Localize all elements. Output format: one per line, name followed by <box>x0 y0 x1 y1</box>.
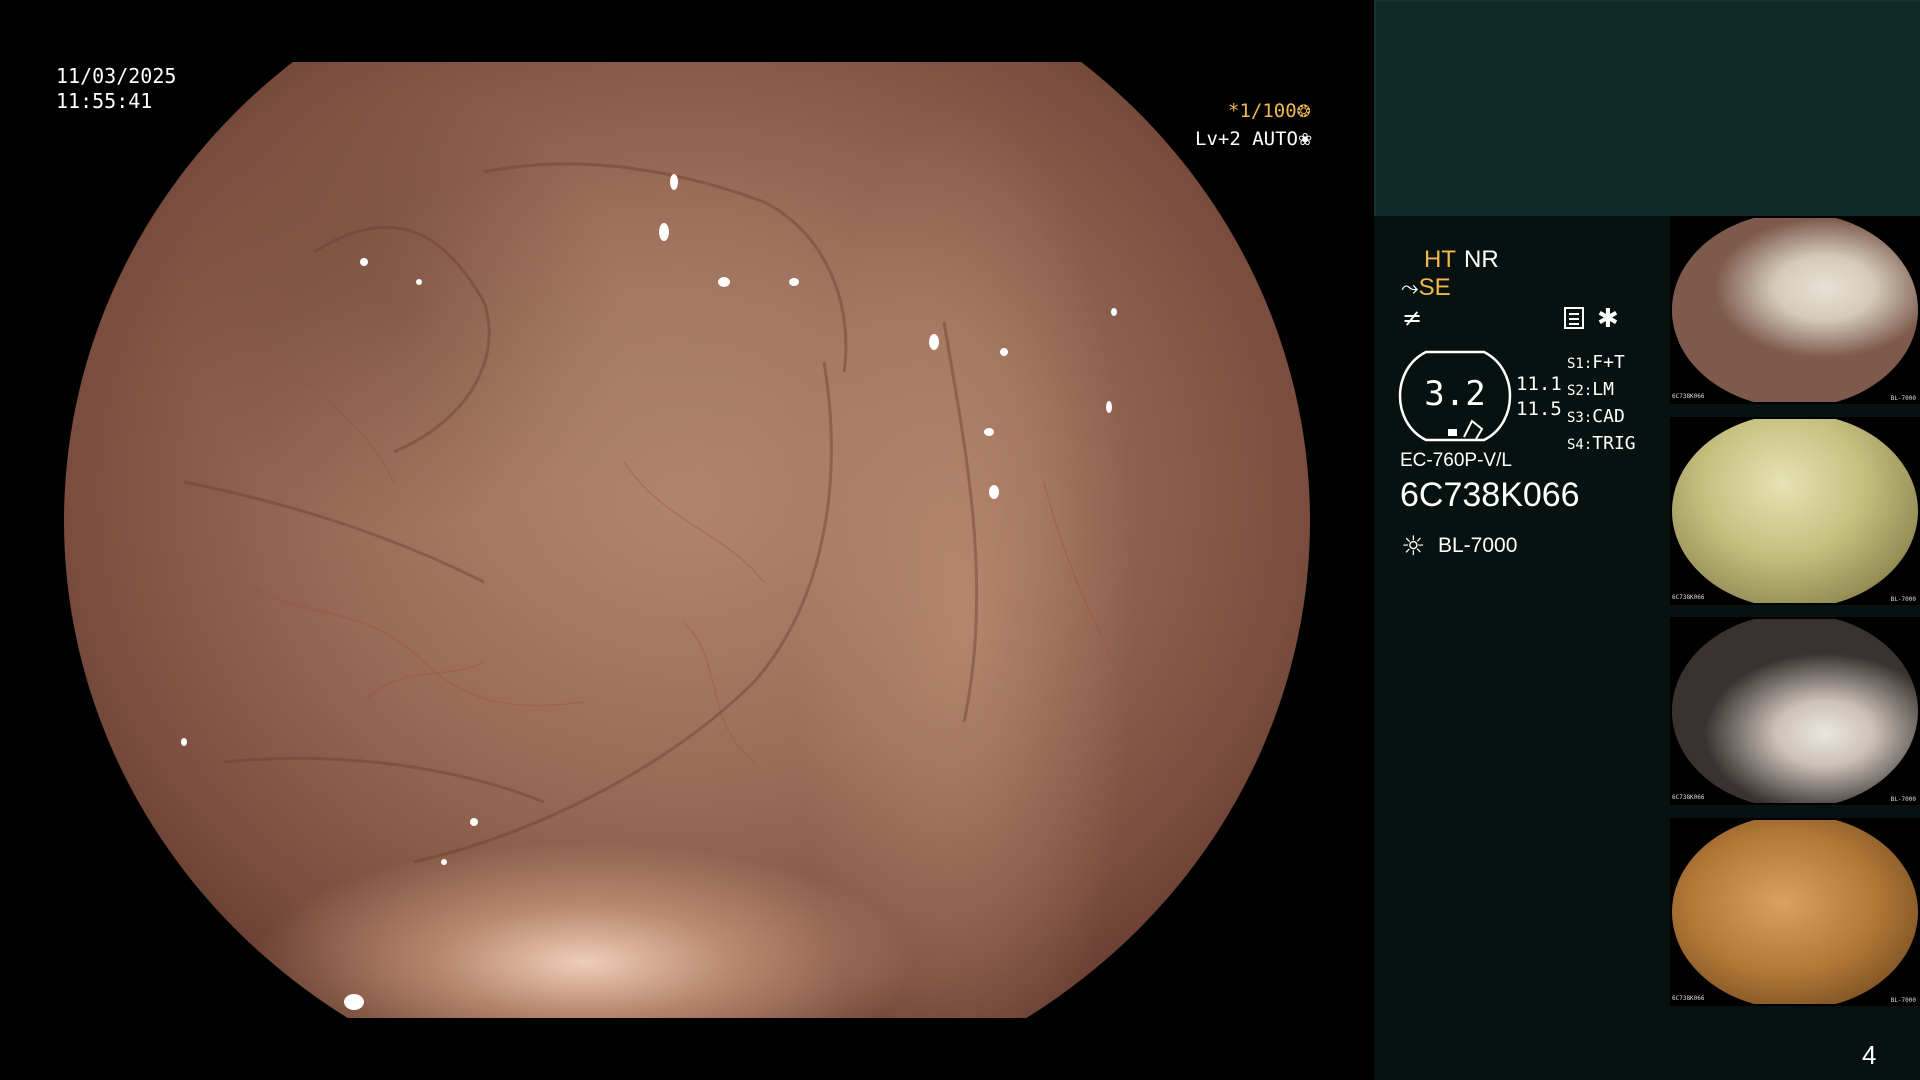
iris-icon: ❀ <box>1297 130 1313 150</box>
value-2: 11.5 <box>1516 398 1562 420</box>
time-text: 11:55:41 <box>56 89 153 113</box>
thumbnail-image <box>1672 218 1918 402</box>
thumbnail-serial: 6C738K066 <box>1672 393 1705 400</box>
scope-switch-assignments: S1:F+T S2:LM S3:CAD S4:TRIG <box>1567 350 1636 458</box>
captured-thumbnail-3[interactable]: 6C738K066 BL-7000 <box>1670 417 1920 605</box>
light-source-label: BL-7000 <box>1438 534 1518 557</box>
measurement-values: 11.1 11.5 <box>1516 372 1562 422</box>
shutter-speed-indicator: *1/100❂ <box>1228 100 1311 122</box>
info-panel-header <box>1374 0 1920 216</box>
value-1: 11.1 <box>1516 373 1562 395</box>
ht-nr-indicator: HT NR <box>1424 246 1499 274</box>
se-indicator: ⤳SE <box>1401 274 1451 302</box>
mucosa-texture <box>181 162 1125 1010</box>
thumbnail-image <box>1672 619 1918 803</box>
image-count: 4 <box>1862 1040 1877 1070</box>
thumbnail-serial: 6C738K066 <box>1672 594 1705 601</box>
thumbnail-light: BL-7000 <box>1890 796 1916 803</box>
thumbnail-image <box>1672 820 1918 1004</box>
thumbnail-light: BL-7000 <box>1890 596 1916 603</box>
se-label: SE <box>1418 274 1451 301</box>
zoom-value: 3.2 <box>1424 374 1486 414</box>
shutter-icon: ❂ <box>1296 102 1311 122</box>
captured-thumbnail-2[interactable]: 6C738K066 BL-7000 <box>1670 617 1920 805</box>
agc-text: Lv+2 AUTO <box>1195 128 1298 150</box>
thumbnail-serial: 6C738K066 <box>1672 995 1705 1002</box>
captured-thumbnail-4[interactable]: 6C738K066 BL-7000 <box>1670 216 1920 404</box>
date-text: 11/03/2025 <box>56 64 177 88</box>
shutter-speed-text: *1/100 <box>1228 100 1297 122</box>
scope-model: EC-760P-V/L <box>1400 450 1512 471</box>
switch-s3: S3:CAD <box>1567 406 1625 427</box>
thumbnail-serial: 6C738K066 <box>1672 794 1705 801</box>
asterisk-icon: ✱ <box>1597 304 1619 334</box>
captured-thumbnail-1[interactable]: 6C738K066 BL-7000 <box>1670 818 1920 1006</box>
scope-serial: 6C738K066 <box>1400 476 1580 514</box>
thumbnail-light: BL-7000 <box>1890 395 1916 402</box>
switch-s2: S2:LM <box>1567 379 1614 400</box>
agc-indicator: Lv+2 AUTO❀ <box>1195 128 1312 150</box>
structure-enhance-icon: ⤳ <box>1401 276 1419 301</box>
light-source-icon: ☼ <box>1401 531 1426 562</box>
thumbnail-image <box>1672 419 1918 603</box>
thumbnail-light: BL-7000 <box>1890 997 1916 1004</box>
switch-s4: S4:TRIG <box>1567 433 1636 454</box>
not-equal-icon: ≠ <box>1402 304 1423 332</box>
settings-list-icon <box>1564 307 1584 329</box>
endoscope-live-view <box>64 62 1310 1018</box>
datetime-overlay: 11/03/2025 11:55:41 <box>56 64 176 114</box>
nr-label: NR <box>1464 246 1499 273</box>
ht-label: HT <box>1424 246 1456 273</box>
switch-s1: S1:F+T <box>1567 352 1625 373</box>
